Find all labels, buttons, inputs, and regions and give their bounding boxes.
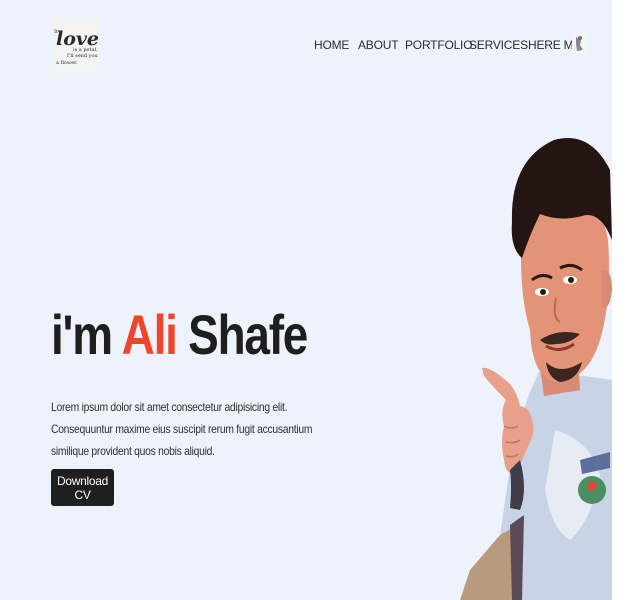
nav-home[interactable]: HOME xyxy=(314,38,349,52)
hero-first-name: Ali xyxy=(121,303,178,366)
nav-about[interactable]: ABOUT xyxy=(358,38,399,52)
user-icon[interactable] xyxy=(572,33,587,55)
hero-description: Lorem ipsum dolor sit amet consectetur a… xyxy=(51,400,313,458)
hero-title: i'm Ali Shafe xyxy=(51,301,308,369)
nav-services[interactable]: SERVICES xyxy=(469,38,528,52)
main-nav: HOME ABOUT PORTFOLIO SERVICES HERE ME xyxy=(0,38,600,54)
page-edge xyxy=(612,0,640,600)
download-cv-button[interactable]: Download CV xyxy=(51,469,114,506)
hero-greeting: i'm xyxy=(51,303,113,366)
logo-text-line3: I'll send you xyxy=(67,53,98,59)
hero-last-name: Shafe xyxy=(188,303,308,366)
nav-portfolio[interactable]: PORTFOLIO xyxy=(405,38,473,52)
logo-text-line4: a flower. xyxy=(56,60,78,66)
profile-photo xyxy=(460,138,612,600)
